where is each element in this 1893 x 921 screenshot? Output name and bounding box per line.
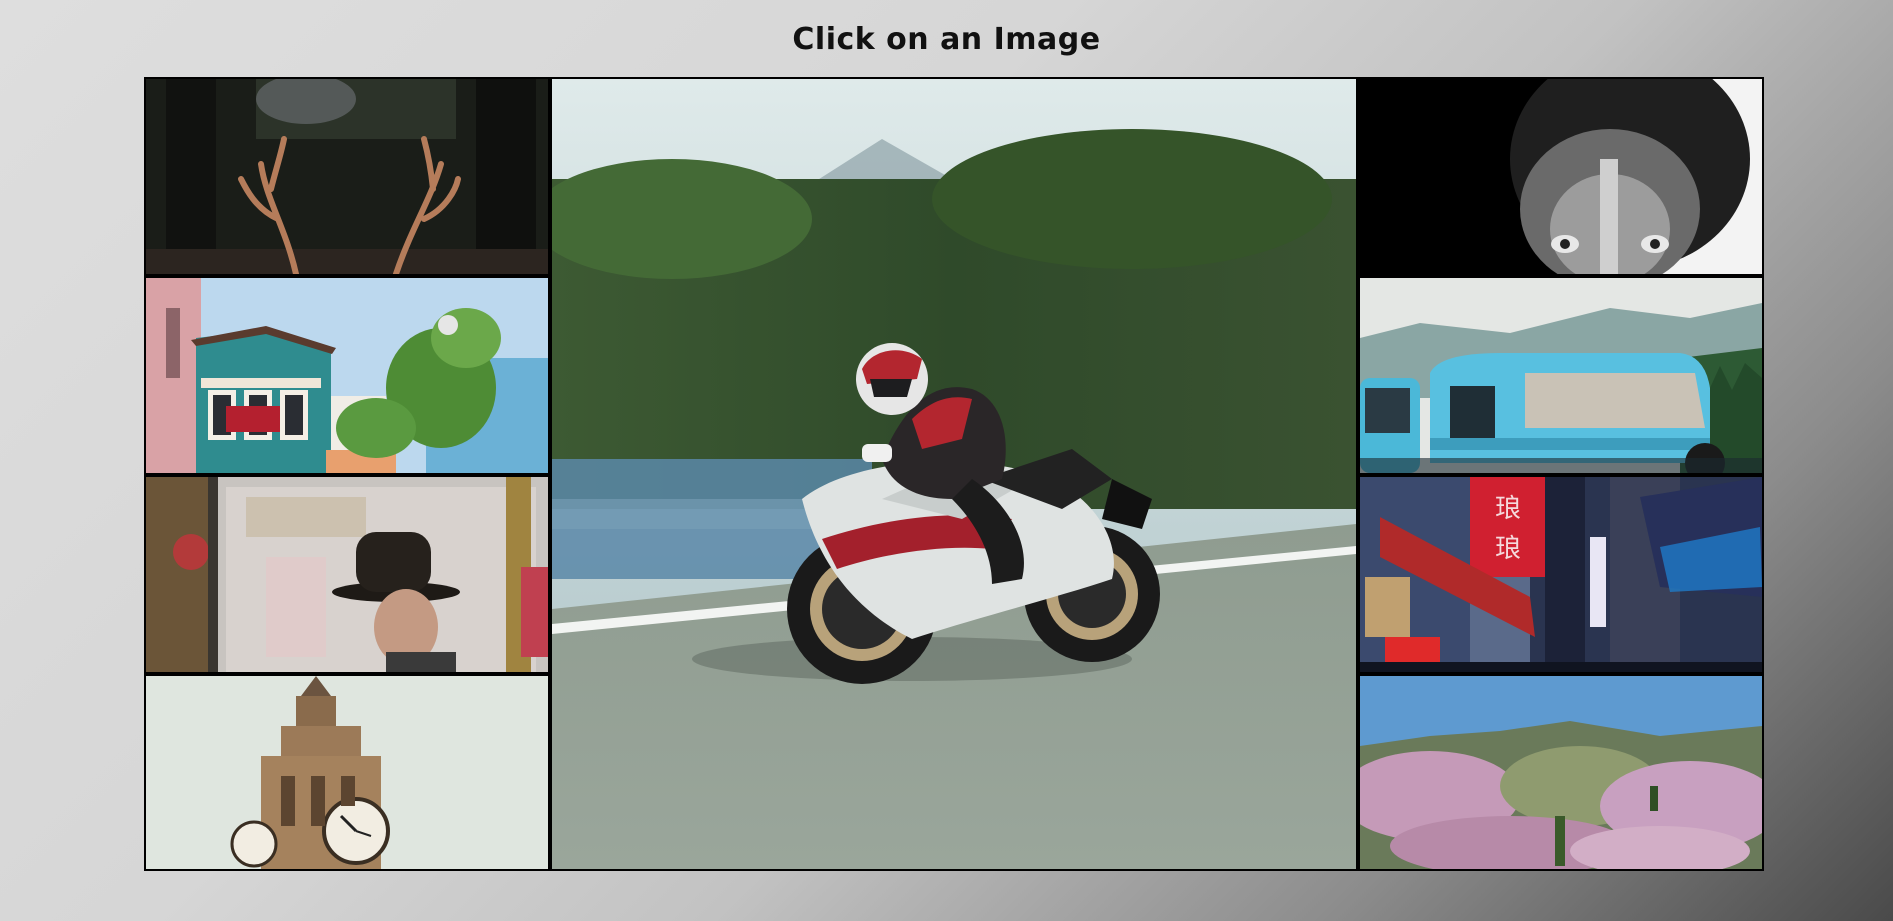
image-gallery: 琅 琅 — [144, 77, 1764, 871]
thumbnail-neon-street[interactable]: 琅 琅 — [1360, 477, 1762, 672]
thumbnail-blossom-hills[interactable] — [1360, 676, 1762, 869]
featured-image-motorcycle[interactable] — [552, 79, 1356, 869]
svg-text:琅: 琅 — [1495, 494, 1521, 524]
page-title: Click on an Image — [792, 22, 1101, 57]
thumbnail-lion[interactable] — [1360, 79, 1762, 274]
thumbnail-townhouses[interactable] — [146, 278, 548, 473]
thumbnail-man-bowler-hat[interactable] — [146, 477, 548, 672]
thumbnail-big-ben[interactable] — [146, 676, 548, 869]
svg-text:琅: 琅 — [1495, 534, 1521, 564]
thumbnail-deer-antlers[interactable] — [146, 79, 548, 274]
thumbnail-blue-van[interactable] — [1360, 278, 1762, 473]
